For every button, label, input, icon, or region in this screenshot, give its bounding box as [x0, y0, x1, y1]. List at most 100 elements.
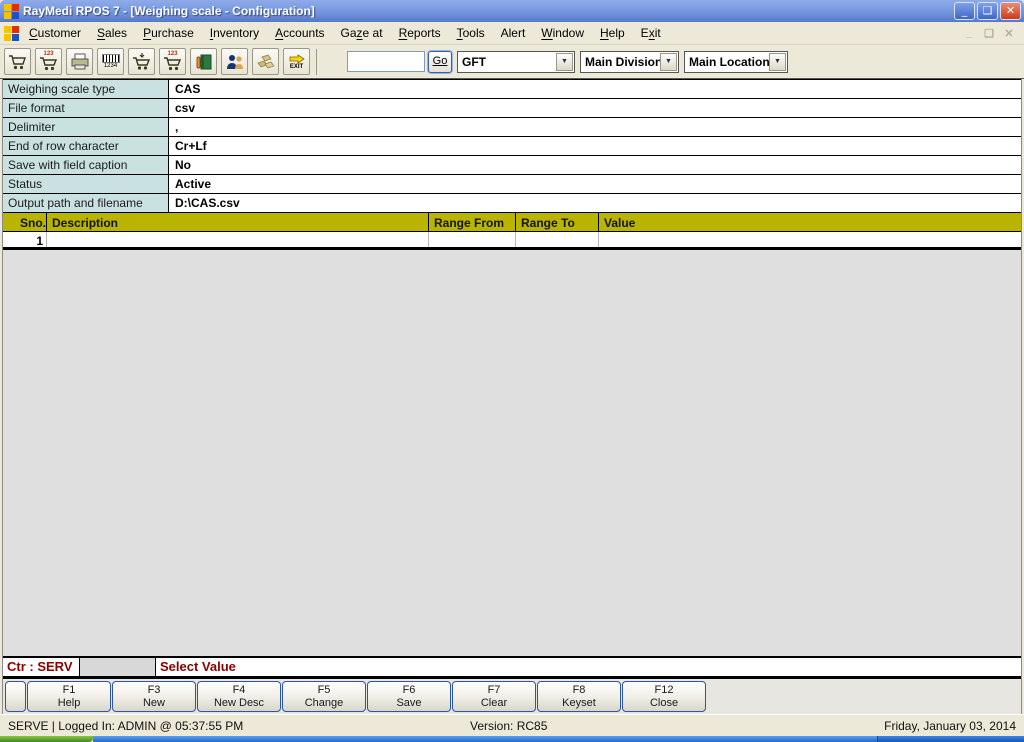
- table-row[interactable]: 1: [3, 232, 1021, 250]
- menu-item-exit[interactable]: Exit: [633, 23, 669, 43]
- minimize-icon[interactable]: _: [954, 2, 975, 20]
- form-value[interactable]: No: [169, 156, 1021, 174]
- app-window: RayMedi RPOS 7 - [Weighing scale - Confi…: [0, 0, 1024, 742]
- product-group-select[interactable]: GFT ▼: [457, 51, 575, 73]
- gold-stock-button[interactable]: [252, 48, 279, 75]
- table-cell: [599, 232, 1021, 247]
- column-header-range-to: Range To: [516, 213, 599, 231]
- chevron-down-icon: ▼: [660, 53, 677, 71]
- location-select[interactable]: Main Location ▼: [684, 51, 788, 73]
- barcode-button[interactable]: 1234: [97, 48, 124, 75]
- form-label: Weighing scale type: [3, 80, 169, 98]
- form-value[interactable]: CAS: [169, 80, 1021, 98]
- menu-item-help[interactable]: Help: [592, 23, 633, 43]
- print-button[interactable]: [66, 48, 93, 75]
- f8-keyset-button[interactable]: F8Keyset: [537, 681, 621, 712]
- menu-item-alert[interactable]: Alert: [493, 23, 534, 43]
- cart-down-icon: [163, 57, 183, 71]
- fkey-label: New: [143, 697, 165, 710]
- statusbar: SERVE | Logged In: ADMIN @ 05:37:55 PM V…: [0, 714, 1024, 736]
- f7-clear-button[interactable]: F7Clear: [452, 681, 536, 712]
- form-value[interactable]: Cr+Lf: [169, 137, 1021, 155]
- f6-save-button[interactable]: F6Save: [367, 681, 451, 712]
- window-title: RayMedi RPOS 7 - [Weighing scale - Confi…: [23, 4, 954, 18]
- form-label: Delimiter: [3, 118, 169, 136]
- table-cell: [47, 232, 429, 247]
- menu-item-accounts[interactable]: Accounts: [267, 23, 332, 43]
- app-logo-icon: [4, 4, 19, 19]
- config-form: Weighing scale typeCASFile formatcsvDeli…: [3, 79, 1021, 213]
- cart-down-icon: [132, 53, 152, 71]
- menu-item-inventory[interactable]: Inventory: [202, 23, 267, 43]
- close-icon[interactable]: ✕: [1000, 2, 1021, 20]
- purchase-cart-button[interactable]: [128, 48, 155, 75]
- fkey-code: F1: [63, 684, 76, 697]
- counter-gap-cell: [80, 658, 156, 676]
- mdi-window-controls: _ ❏ ✕: [962, 27, 1020, 40]
- column-header-sno: Sno.: [3, 213, 47, 231]
- menu-item-tools[interactable]: Tools: [449, 23, 493, 43]
- content-area: Weighing scale typeCASFile formatcsvDeli…: [2, 79, 1022, 714]
- f1-help-button[interactable]: F1Help: [27, 681, 111, 712]
- blank-key-button[interactable]: [5, 681, 26, 712]
- form-value[interactable]: Active: [169, 175, 1021, 193]
- purchase-return-cart-button[interactable]: 123: [159, 48, 186, 75]
- restore-icon[interactable]: ❏: [977, 2, 998, 20]
- form-label: File format: [3, 99, 169, 117]
- fkey-label: New Desc: [214, 697, 264, 710]
- fkey-label: Change: [305, 697, 344, 710]
- table-cell: [516, 232, 599, 247]
- fkey-label: Close: [650, 697, 678, 710]
- version-label: Version: RC85: [470, 719, 547, 733]
- sales-cart-button[interactable]: [4, 48, 31, 75]
- menu-items: CustomerSalesPurchaseInventoryAccountsGa…: [21, 23, 669, 43]
- form-label: Status: [3, 175, 169, 193]
- chevron-down-icon: ▼: [556, 53, 573, 71]
- ledger-button[interactable]: [190, 48, 217, 75]
- menu-item-customer[interactable]: Customer: [21, 23, 89, 43]
- customers-button[interactable]: [221, 48, 248, 75]
- form-value[interactable]: D:\CAS.csv: [169, 194, 1021, 212]
- table-header-row: Sno.DescriptionRange FromRange ToValue: [3, 212, 1021, 232]
- ledger-book-icon: [194, 53, 214, 71]
- titlebar: RayMedi RPOS 7 - [Weighing scale - Confi…: [0, 0, 1024, 22]
- menu-item-gaze-at[interactable]: Gaze at: [333, 23, 391, 43]
- go-button[interactable]: Go: [428, 51, 452, 73]
- os-taskbar: [0, 736, 1024, 742]
- cart-icon: [39, 57, 59, 71]
- f3-new-button[interactable]: F3New: [112, 681, 196, 712]
- table-cell: [429, 232, 516, 247]
- prompt-row: Ctr : SERV Select Value: [3, 656, 1021, 679]
- form-row-weighing-scale-type: Weighing scale typeCAS: [3, 80, 1021, 99]
- exit-arrow-icon: [289, 54, 305, 64]
- menu-item-sales[interactable]: Sales: [89, 23, 135, 43]
- menu-item-window[interactable]: Window: [533, 23, 592, 43]
- ranges-table: Sno.DescriptionRange FromRange ToValue 1: [3, 212, 1021, 250]
- f12-close-button[interactable]: F12Close: [622, 681, 706, 712]
- f4-new-desc-button[interactable]: F4New Desc: [197, 681, 281, 712]
- form-label: Output path and filename: [3, 194, 169, 212]
- form-value[interactable]: csv: [169, 99, 1021, 117]
- table-cell: 1: [3, 232, 47, 247]
- mdi-child-icon: [4, 26, 19, 41]
- menu-item-purchase[interactable]: Purchase: [135, 23, 202, 43]
- chevron-down-icon: ▼: [769, 53, 786, 71]
- fkey-code: F8: [573, 684, 586, 697]
- fkey-label: Clear: [481, 697, 507, 710]
- search-input[interactable]: [347, 51, 425, 72]
- printer-icon: [70, 53, 90, 71]
- form-row-delimiter: Delimiter,: [3, 118, 1021, 137]
- menu-item-reports[interactable]: Reports: [391, 23, 449, 43]
- form-value[interactable]: ,: [169, 118, 1021, 136]
- fkey-code: F7: [488, 684, 501, 697]
- fkey-label: Save: [396, 697, 421, 710]
- toolbar: 123 1234 123 EXIT Go: [0, 45, 1024, 79]
- billing-cart-button[interactable]: 123: [35, 48, 62, 75]
- form-row-end-of-row-character: End of row characterCr+Lf: [3, 137, 1021, 156]
- f5-change-button[interactable]: F5Change: [282, 681, 366, 712]
- division-select[interactable]: Main Division ▼: [580, 51, 679, 73]
- exit-button[interactable]: EXIT: [283, 48, 310, 75]
- start-button-fragment[interactable]: [0, 736, 93, 742]
- fkey-label: Keyset: [562, 697, 596, 710]
- form-row-output-path-and-filename: Output path and filenameD:\CAS.csv: [3, 194, 1021, 213]
